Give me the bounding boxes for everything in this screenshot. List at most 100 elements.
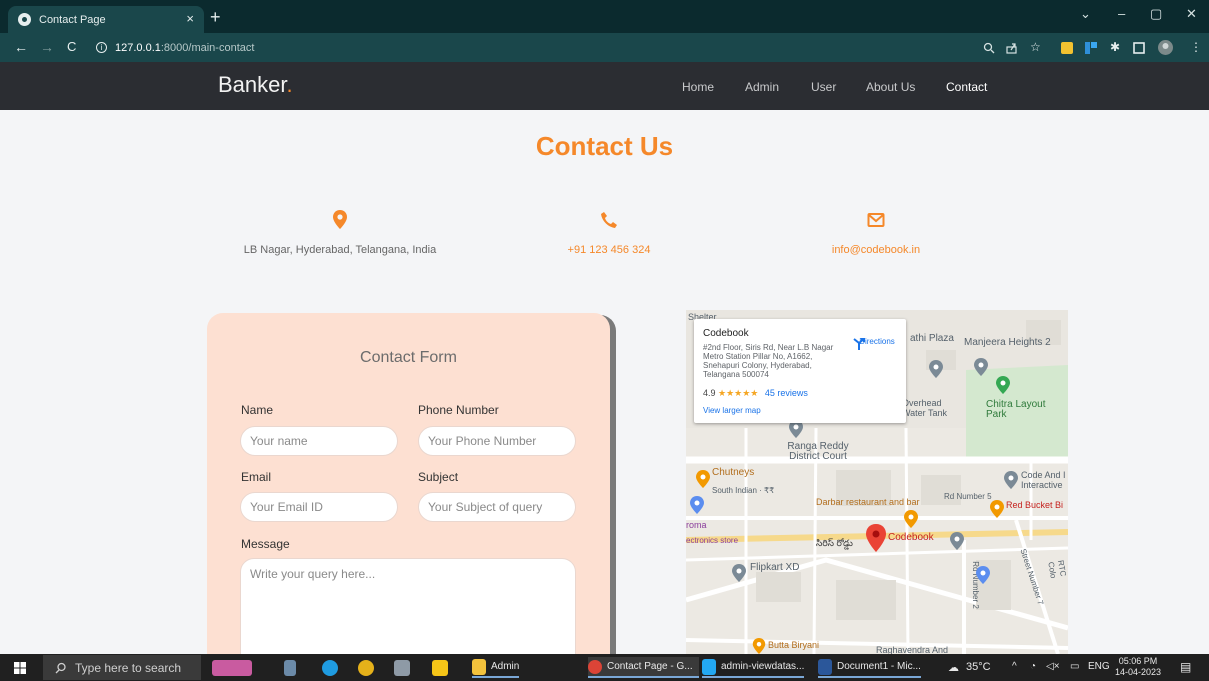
weather-temp[interactable]: 35°C: [966, 661, 991, 673]
manjeera-marker-icon[interactable]: [974, 358, 988, 376]
battery-icon[interactable]: ▭: [1070, 661, 1079, 672]
phone-input[interactable]: Your Phone Number: [418, 426, 576, 456]
side-panel-icon[interactable]: [1133, 42, 1145, 54]
minimize-button[interactable]: –: [1118, 6, 1125, 21]
address-bar-row: ← → C i 127.0.0.1:8000/main-contact ☆ ✱ …: [0, 33, 1209, 62]
url-host: 127.0.0.1: [115, 41, 161, 54]
codebook-marker-icon[interactable]: [866, 524, 886, 552]
plaza-marker-icon[interactable]: [929, 360, 943, 378]
nav-about-us[interactable]: About Us: [866, 80, 915, 94]
name-input[interactable]: Your name: [240, 426, 398, 456]
nav-home[interactable]: Home: [682, 80, 714, 94]
view-larger-map-link[interactable]: View larger map: [703, 406, 761, 415]
map-label-chutneys: Chutneys: [712, 467, 755, 478]
form-title: Contact Form: [360, 349, 457, 366]
share-icon[interactable]: [1006, 42, 1018, 54]
taskbar-search-placeholder: Type here to search: [75, 660, 182, 675]
flipkart-marker-icon[interactable]: [732, 564, 746, 582]
browser-menu-icon[interactable]: ⋮: [1190, 40, 1202, 54]
vscode-icon: [702, 658, 716, 675]
nearby-marker-icon[interactable]: [950, 532, 964, 550]
browser-tab[interactable]: Contact Page ×: [8, 6, 204, 33]
edge-app-icon[interactable]: [322, 657, 343, 678]
search-icon: [55, 662, 66, 673]
brand-logo[interactable]: Banker.: [218, 72, 293, 98]
nav-admin[interactable]: Admin: [745, 80, 779, 94]
google-map-embed[interactable]: Shelter athi Plaza Manjeera Heights 2 Ov…: [686, 310, 1068, 654]
red-bucket-marker-icon[interactable]: [990, 500, 1004, 518]
chutneys-marker-icon[interactable]: [696, 470, 710, 488]
map-label-overhead: Overhead Water Tank: [902, 398, 948, 418]
reload-icon[interactable]: C: [67, 39, 76, 54]
volume-icon[interactable]: ◁×: [1046, 661, 1060, 672]
name-label: Name: [241, 403, 274, 417]
new-tab-button[interactable]: +: [210, 7, 221, 28]
taskbar-vscode-window[interactable]: admin-viewdatas...: [702, 657, 805, 678]
map-label-raghavendra: Raghavendra And: [876, 645, 949, 654]
map-label-chitra: Chitra Layout Park: [986, 399, 1046, 420]
darbar-marker-icon[interactable]: [904, 510, 918, 528]
taskbar-admin-label: Admin: [491, 661, 520, 672]
map-label-south-indian: South Indian · ₹₹: [712, 486, 775, 495]
paint-app-icon[interactable]: [212, 657, 257, 678]
tab-search-icon[interactable]: ⌄: [1080, 6, 1091, 22]
chrome-app-icon[interactable]: [358, 657, 379, 678]
extensions-puzzle-icon[interactable]: ✱: [1110, 40, 1120, 54]
map-label-darbar: Darbar restaurant and bar: [816, 497, 920, 507]
taskbar-word-label: Document1 - Mic...: [837, 661, 921, 672]
clock-time: 05:06 PM: [1118, 656, 1158, 666]
zoom-icon[interactable]: [983, 42, 995, 54]
clock-date: 14-04-2023: [1114, 667, 1161, 677]
nav-contact[interactable]: Contact: [946, 80, 987, 94]
tray-chevron-icon[interactable]: ^: [1012, 661, 1017, 672]
extension-yellow-icon[interactable]: [1061, 42, 1073, 54]
chrome-icon: [588, 659, 602, 674]
extension-blue-icon[interactable]: [1085, 42, 1097, 54]
directions-button[interactable]: Directions: [852, 337, 902, 350]
sticky-notes-app-icon[interactable]: [432, 657, 453, 678]
site-info-icon[interactable]: i: [96, 42, 107, 53]
notifications-icon[interactable]: ▤: [1180, 660, 1191, 674]
map-label-flipkart: Flipkart XD: [750, 562, 800, 573]
map-label-rd5: Rd Number 5: [944, 492, 992, 501]
calculator-app-icon[interactable]: [284, 657, 301, 678]
taskbar-chrome-window[interactable]: Contact Page - G...: [588, 657, 699, 678]
taskbar-search-input[interactable]: Type here to search: [43, 655, 201, 680]
weather-icon[interactable]: ☁: [948, 661, 959, 674]
phone-text[interactable]: +91 123 456 324: [479, 244, 739, 256]
maximize-button[interactable]: ▢: [1150, 6, 1162, 22]
reviews-link[interactable]: 45 reviews: [765, 388, 808, 398]
close-window-button[interactable]: ✕: [1186, 6, 1197, 22]
place-address: #2nd Floor, Siris Rd, Near L.B Nagar Met…: [703, 343, 834, 379]
tab-close-icon[interactable]: ×: [186, 11, 194, 26]
forward-arrow-icon[interactable]: →: [40, 39, 54, 55]
email-input[interactable]: Your Email ID: [240, 492, 398, 522]
butta-marker-icon[interactable]: [752, 638, 766, 654]
park-marker-icon[interactable]: [996, 376, 1010, 394]
map-label-siris: సిరిస్ రోడ్డు: [816, 538, 853, 548]
taskbar-admin-folder[interactable]: Admin: [472, 657, 520, 678]
map-label-court: Ranga Reddy District Court: [787, 441, 849, 462]
email-text[interactable]: info@codebook.in: [746, 244, 1006, 256]
message-textarea[interactable]: Write your query here...: [240, 558, 576, 658]
windows-start-icon[interactable]: [14, 662, 26, 674]
language-indicator[interactable]: ENG: [1088, 661, 1110, 672]
taskbar-clock[interactable]: 05:06 PM 14-04-2023: [1115, 656, 1161, 678]
bookmark-star-icon[interactable]: ☆: [1030, 40, 1041, 54]
rating-stars: ★★★★★: [718, 388, 759, 398]
app-icon-gray[interactable]: [394, 657, 415, 678]
map-pin-icon: [333, 210, 347, 229]
map-label-rtc: RTC Colo: [1046, 559, 1068, 579]
croma-marker-icon[interactable]: [690, 496, 704, 514]
subject-input[interactable]: Your Subject of query: [418, 492, 576, 522]
blue-marker-icon[interactable]: [976, 566, 990, 584]
profile-avatar-icon[interactable]: [1158, 40, 1173, 55]
map-label-croma: roma: [686, 520, 707, 530]
nav-user[interactable]: User: [811, 80, 836, 94]
code-and-marker-icon[interactable]: [1004, 471, 1018, 489]
back-arrow-icon[interactable]: ←: [14, 39, 28, 55]
url-field[interactable]: i 127.0.0.1:8000/main-contact: [96, 37, 1096, 58]
taskbar-chrome-label: Contact Page - G...: [607, 661, 693, 672]
taskbar-word-window[interactable]: Document1 - Mic...: [818, 657, 921, 678]
network-icon[interactable]: ◔: [1030, 661, 1036, 672]
